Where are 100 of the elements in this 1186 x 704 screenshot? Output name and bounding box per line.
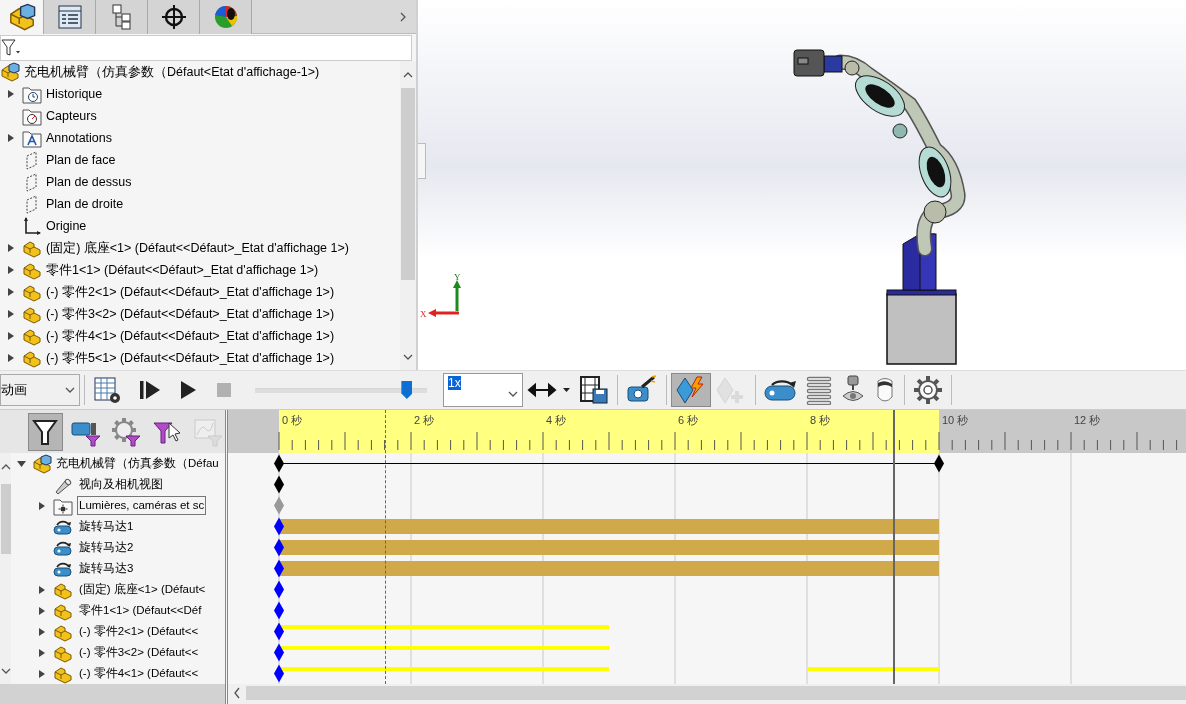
expand-arrow-icon[interactable]: [8, 90, 14, 98]
expand-arrow-icon[interactable]: [8, 134, 14, 142]
keyframe-marker[interactable]: [274, 643, 284, 662]
tree-item[interactable]: Plan de face: [46, 150, 116, 170]
keyframe-marker[interactable]: [274, 622, 284, 641]
chevron-down-icon[interactable]: [65, 385, 75, 395]
graphics-viewport[interactable]: Y X: [418, 0, 1186, 370]
keyframe-marker[interactable]: [274, 601, 284, 620]
collapse-arrow-icon[interactable]: [16, 460, 26, 467]
study-type-dropdown[interactable]: 动画: [0, 374, 80, 406]
expand-arrow-icon[interactable]: [8, 332, 14, 340]
expand-arrow-icon[interactable]: [8, 266, 14, 274]
panel-tab[interactable]: [148, 0, 200, 34]
spring-icon: [806, 375, 832, 405]
time-bar[interactable]: [892, 410, 895, 684]
chart-filter-icon: [192, 416, 223, 447]
expand-arrow-icon[interactable]: [39, 627, 45, 636]
origin-icon: [22, 216, 42, 236]
double-arrow-icon: [527, 380, 571, 400]
time-label: 0 秒: [282, 414, 303, 426]
tree-item[interactable]: Historique: [46, 84, 103, 104]
tree-item[interactable]: (固定) 底座<1> (Défaut<: [77, 580, 208, 599]
stop-icon: [214, 380, 234, 400]
filter-field[interactable]: [0, 35, 412, 61]
list-icon: [55, 3, 84, 31]
keyframe-marker[interactable]: [274, 538, 284, 557]
scrollbar[interactable]: [246, 686, 1186, 700]
expand-arrow-icon[interactable]: [8, 310, 14, 318]
tree-item[interactable]: (-) 零件3<2> (Défaut<<: [77, 643, 201, 662]
scrollbar[interactable]: [0, 453, 11, 684]
keyframe-marker[interactable]: [274, 496, 284, 515]
x-axis-arrow: [428, 309, 459, 317]
panel-tab[interactable]: [200, 0, 252, 34]
axis-label: Y: [454, 272, 461, 282]
tree-item[interactable]: (-) 零件4<1> (Défaut<<: [77, 664, 201, 683]
crosshair-icon: [159, 3, 188, 31]
tree-item[interactable]: (-) 零件5<1> (Défaut<<Défaut>_Etat d'affichage 1>): [46, 348, 335, 368]
expand-arrow-icon[interactable]: [39, 648, 45, 657]
timeline-panel[interactable]: 0 秒 2 秒 4 秒 6 秒 8 秒 10 秒 12 秒: [228, 410, 1186, 704]
camera-wand-icon: [626, 375, 658, 405]
time-label: 8 秒: [810, 414, 831, 426]
keyframe-marker[interactable]: [934, 454, 944, 473]
chevron-left-icon[interactable]: [234, 687, 240, 699]
speed-dropdown[interactable]: 1x: [443, 373, 523, 407]
gear-filter-icon: [111, 416, 142, 447]
assembly-icon: [0, 62, 20, 82]
tree-item[interactable]: 零件1<1> (Défaut<<Déf: [77, 601, 204, 620]
tree-item[interactable]: (-) 零件4<1> (Défaut<<Défaut>_Etat d'affichage 1>): [46, 326, 335, 346]
keyframe-marker[interactable]: [274, 475, 284, 494]
scrollbar[interactable]: [400, 61, 416, 370]
tree-item[interactable]: 旋转马达3: [77, 559, 136, 578]
diamond-lightning-icon: [675, 375, 707, 405]
table-gear-icon: [93, 375, 123, 405]
tree-item[interactable]: (-) 零件3<2> (Défaut<<Défaut>_Etat d'affichage 1>): [46, 304, 335, 324]
keyframe-marker[interactable]: [274, 664, 284, 683]
tree-item[interactable]: Capteurs: [46, 106, 97, 126]
tree-item[interactable]: (-) 零件2<1> (Défaut<<Défaut>_Etat d'affichage 1>): [46, 282, 335, 302]
tree-item[interactable]: 零件1<1> (Défaut<<Défaut>_Etat d'affichage 1>): [46, 260, 319, 280]
expand-arrow-icon[interactable]: [39, 501, 45, 510]
expand-arrow-icon[interactable]: [39, 585, 45, 594]
tree-item[interactable]: Lumières, caméras et sc: [77, 496, 207, 515]
tree-item[interactable]: 充电机械臂（仿真参数（Défaut<Etat d'affichage-1>): [24, 62, 320, 82]
tree-item[interactable]: Plan de droite: [46, 194, 124, 214]
keyframe-marker[interactable]: [274, 454, 284, 473]
sensor-folder-icon: [22, 106, 42, 126]
scrollbar[interactable]: [0, 684, 225, 704]
tree-item[interactable]: (-) 零件2<1> (Défaut<<: [77, 622, 201, 641]
time-label: 2 秒: [414, 414, 435, 426]
keyframe-marker[interactable]: [274, 517, 284, 536]
filter-button[interactable]: [28, 412, 63, 451]
expand-arrow-icon[interactable]: [8, 354, 14, 362]
marker-line[interactable]: [384, 410, 386, 684]
keyframe-marker[interactable]: [274, 559, 284, 578]
history-folder-icon: [22, 84, 42, 104]
chevron-right-icon[interactable]: [398, 11, 408, 22]
filter-icon: [1, 39, 21, 57]
slider-thumb[interactable]: [401, 381, 413, 399]
time-label: 6 秒: [678, 414, 699, 426]
expand-arrow-icon[interactable]: [39, 669, 45, 678]
keyframe-marker[interactable]: [274, 580, 284, 599]
panel-tab[interactable]: [0, 0, 44, 34]
tree-item[interactable]: 旋转马达1: [77, 517, 136, 536]
time-label: 12 秒: [1074, 414, 1101, 426]
autokey-button[interactable]: [671, 373, 711, 407]
tree-item[interactable]: 视向及相机视图: [77, 475, 165, 494]
tree-item[interactable]: 旋转马达2: [77, 538, 136, 557]
tree-item[interactable]: (固定) 底座<1> (Défaut<<Défaut>_Etat d'affichage 1>): [46, 238, 349, 258]
tree-item[interactable]: 充电机械臂（仿真参数（Défau: [56, 454, 219, 473]
film-save-icon: [579, 375, 609, 405]
expand-arrow-icon[interactable]: [8, 288, 14, 296]
time-label: 10 秒: [942, 414, 969, 426]
tree-item[interactable]: Plan de dessus: [46, 172, 132, 192]
splitter-handle[interactable]: [418, 143, 426, 179]
ruler-header: [228, 410, 279, 453]
tree-item[interactable]: Annotations: [46, 128, 113, 148]
settings-icon: [913, 375, 943, 405]
expand-arrow-icon[interactable]: [39, 606, 45, 615]
assembly-icon: [7, 3, 36, 31]
expand-arrow-icon[interactable]: [8, 244, 14, 252]
tree-item[interactable]: Origine: [46, 216, 87, 236]
